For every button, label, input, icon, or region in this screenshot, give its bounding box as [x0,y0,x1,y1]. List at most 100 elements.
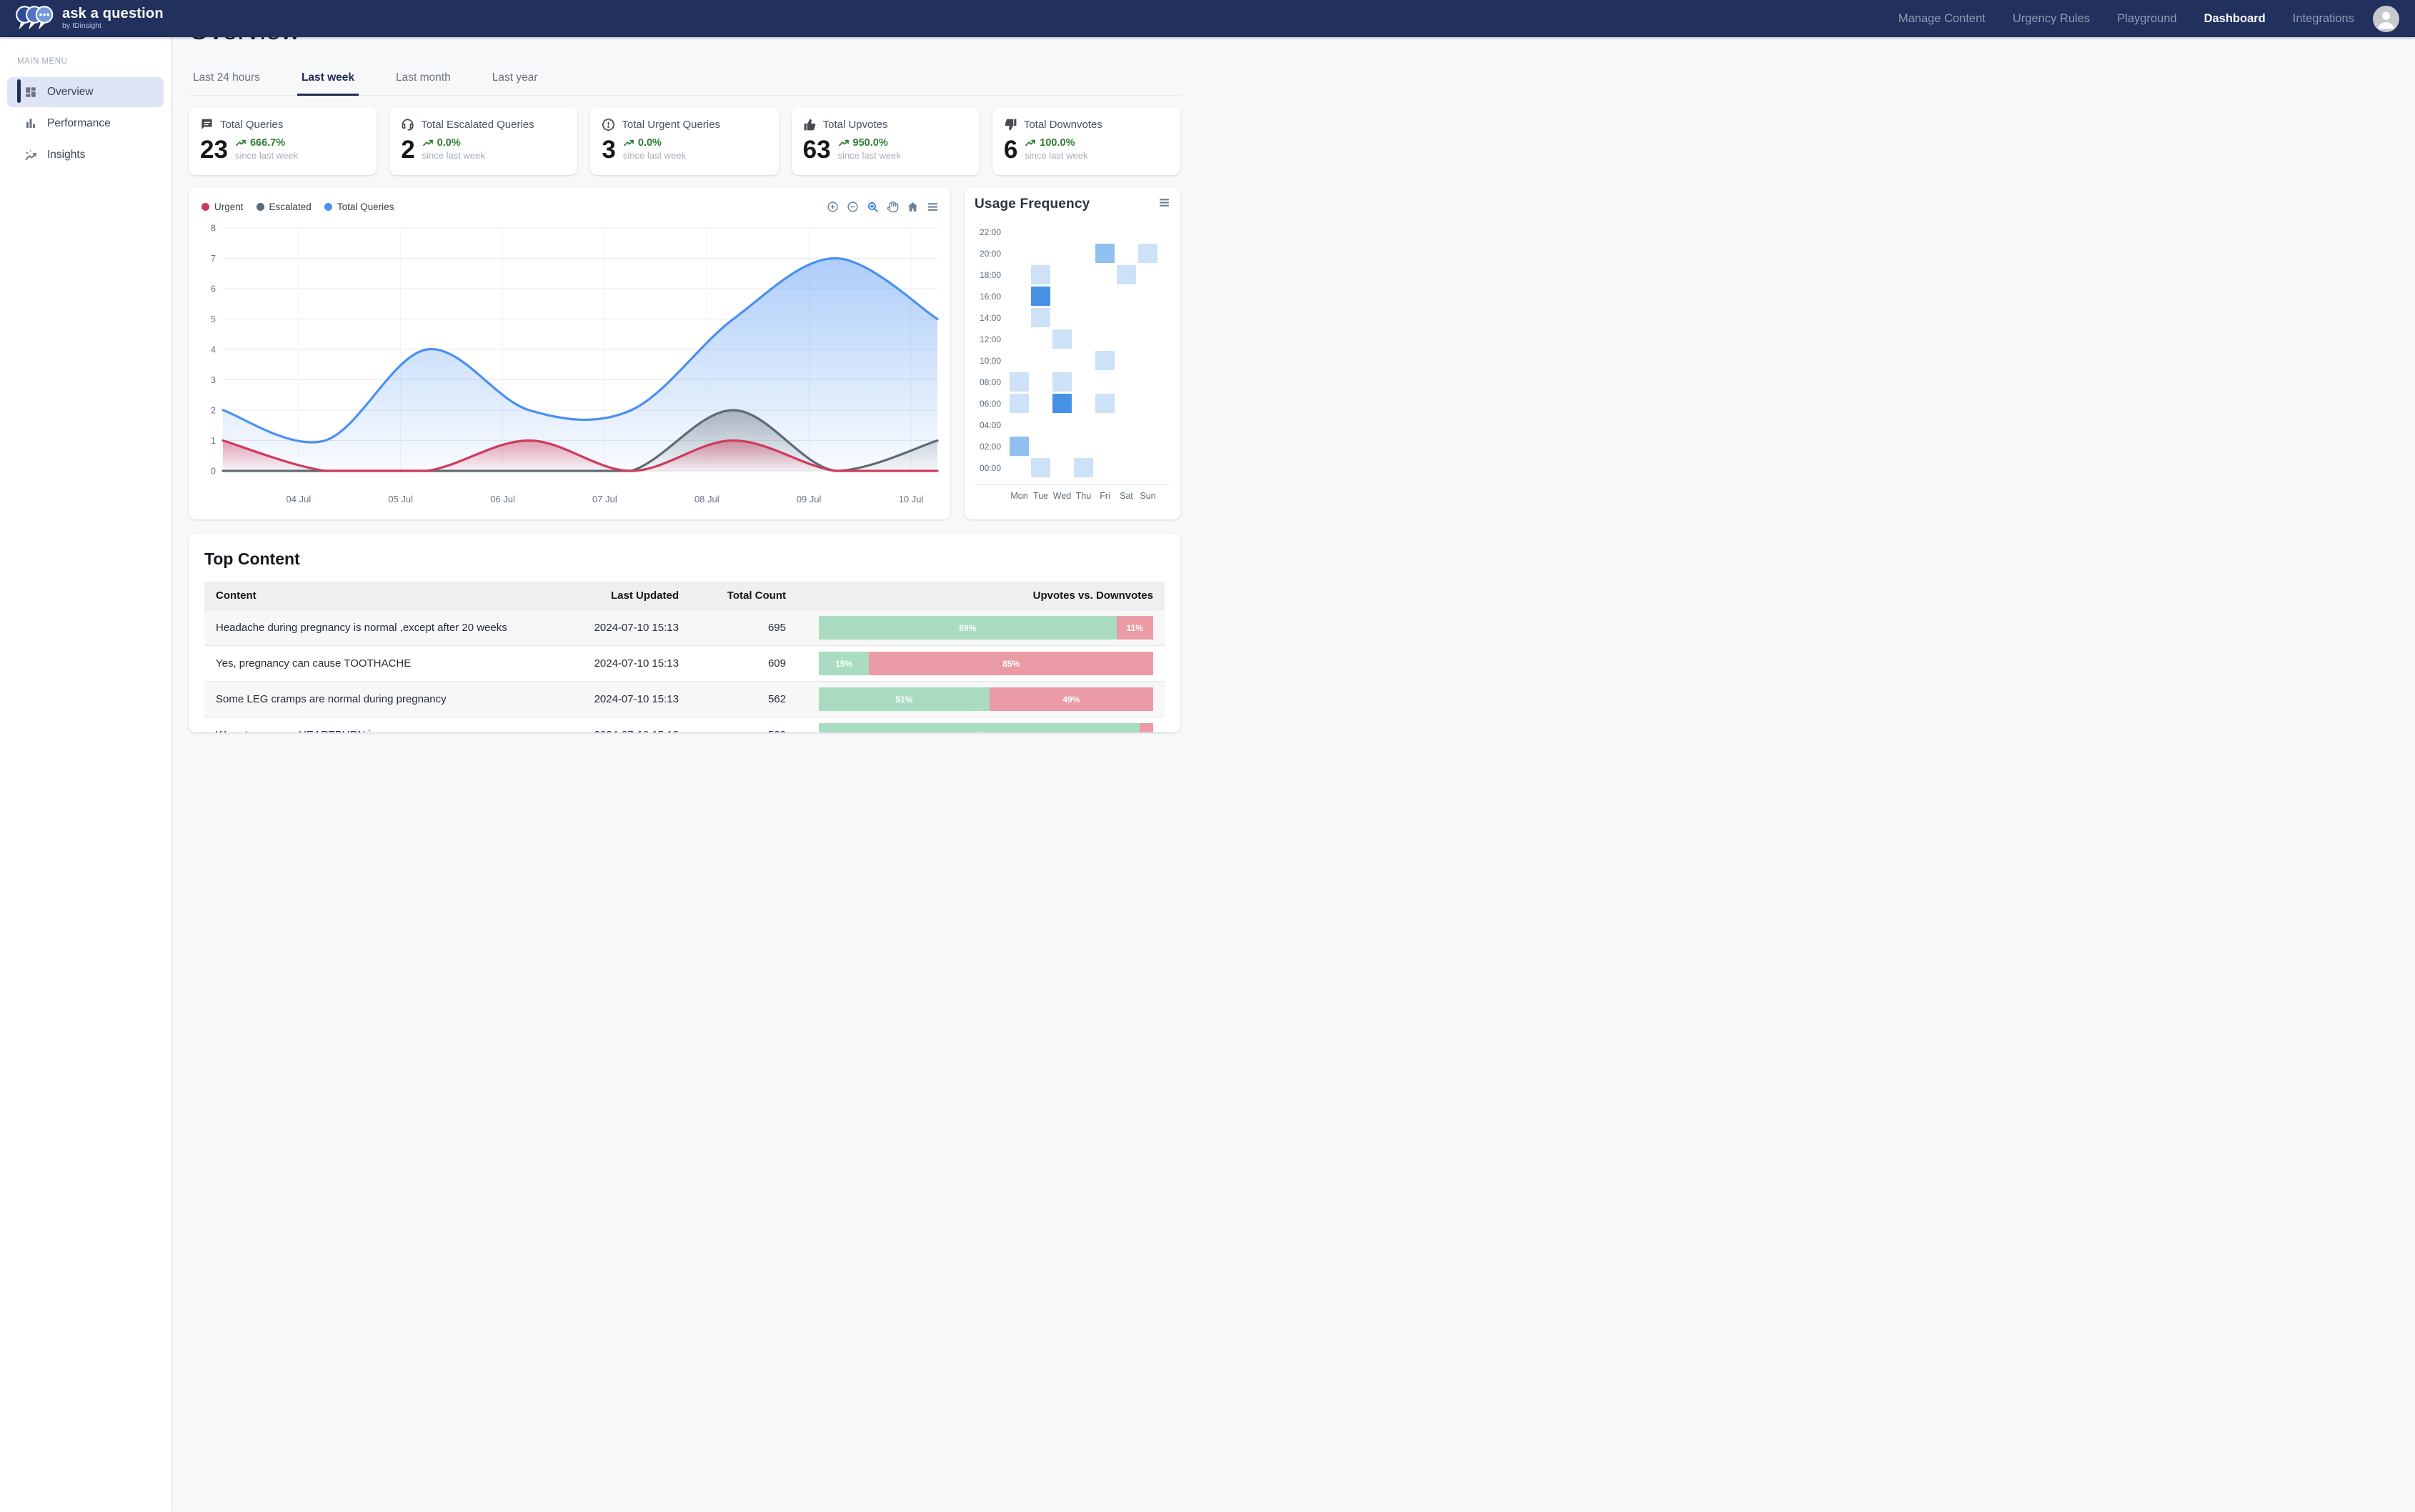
heatmap-cell-mon-10-00[interactable] [1010,351,1029,370]
heatmap-cell-thu-20-00[interactable] [1074,244,1093,263]
legend-item-total-queries[interactable]: Total Queries [324,202,394,212]
heatmap-cell-tue-16-00[interactable] [1031,287,1050,306]
sidebar-item-performance[interactable]: Performance [7,109,164,139]
heatmap-cell-sat-00-00[interactable] [1117,458,1136,477]
heatmap-cell-tue-04-00[interactable] [1031,415,1050,434]
heatmap-cell-tue-06-00[interactable] [1031,394,1050,413]
heatmap-cell-thu-14-00[interactable] [1074,308,1093,327]
heatmap-cell-mon-04-00[interactable] [1010,415,1029,434]
heatmap-cell-thu-08-00[interactable] [1074,372,1093,392]
zoom-in-circle-icon[interactable] [827,201,839,213]
heatmap-cell-sun-16-00[interactable] [1138,287,1157,306]
legend-item-escalated[interactable]: Escalated [257,202,312,212]
heatmap-cell-mon-12-00[interactable] [1010,329,1029,349]
heatmap-cell-fri-06-00[interactable] [1095,394,1115,413]
heatmap-cell-sun-22-00[interactable] [1138,222,1157,242]
heatmap-cell-sat-22-00[interactable] [1117,222,1136,242]
heatmap-cell-mon-18-00[interactable] [1010,265,1029,284]
heatmap-cell-sun-08-00[interactable] [1138,372,1157,392]
heatmap-cell-wed-10-00[interactable] [1052,351,1072,370]
table-row[interactable]: Some LEG cramps are normal during pregna… [204,682,1165,717]
heatmap-cell-thu-04-00[interactable] [1074,415,1093,434]
tab-last-month[interactable]: Last month [392,64,455,96]
heatmap-cell-tue-00-00[interactable] [1031,458,1050,477]
heatmap-cell-sun-00-00[interactable] [1138,458,1157,477]
heatmap-cell-thu-02-00[interactable] [1074,437,1093,456]
heatmap-cell-mon-16-00[interactable] [1010,287,1029,306]
heatmap-cell-fri-18-00[interactable] [1095,265,1115,284]
heatmap-cell-sun-20-00[interactable] [1138,244,1157,263]
heatmap-cell-wed-14-00[interactable] [1052,308,1072,327]
heatmap-cell-sat-10-00[interactable] [1117,351,1136,370]
heatmap-cell-sun-10-00[interactable] [1138,351,1157,370]
heatmap-cell-tue-02-00[interactable] [1031,437,1050,456]
heatmap-cell-wed-20-00[interactable] [1052,244,1072,263]
nav-item-playground[interactable]: Playground [2117,12,2176,26]
heatmap-cell-sun-02-00[interactable] [1138,437,1157,456]
heatmap-cell-mon-14-00[interactable] [1010,308,1029,327]
heatmap-cell-tue-10-00[interactable] [1031,351,1050,370]
heatmap-cell-thu-16-00[interactable] [1074,287,1093,306]
tab-last-week[interactable]: Last week [297,64,359,96]
table-row[interactable]: Ways to manage HEARTBURN in pregnancy202… [204,717,1165,733]
heatmap-cell-tue-18-00[interactable] [1031,265,1050,284]
heatmap-cell-thu-10-00[interactable] [1074,351,1093,370]
table-row[interactable]: Headache during pregnancy is normal ,exc… [204,610,1165,646]
nav-item-urgency-rules[interactable]: Urgency Rules [2013,12,2090,26]
heatmap-cell-thu-22-00[interactable] [1074,222,1093,242]
tab-last-24-hours[interactable]: Last 24 hours [189,64,264,96]
heatmap-cell-tue-08-00[interactable] [1031,372,1050,392]
heatmap-cell-sat-06-00[interactable] [1117,394,1136,413]
heatmap-cell-sat-16-00[interactable] [1117,287,1136,306]
heatmap-cell-thu-12-00[interactable] [1074,329,1093,349]
heatmap-cell-wed-18-00[interactable] [1052,265,1072,284]
heatmap-cell-tue-12-00[interactable] [1031,329,1050,349]
heatmap-cell-fri-02-00[interactable] [1095,437,1115,456]
heatmap-cell-fri-04-00[interactable] [1095,415,1115,434]
nav-item-manage-content[interactable]: Manage Content [1898,12,1986,26]
heatmap-cell-fri-14-00[interactable] [1095,308,1115,327]
heatmap-cell-mon-00-00[interactable] [1010,458,1029,477]
heatmap-cell-tue-20-00[interactable] [1031,244,1050,263]
user-avatar[interactable] [2373,6,2399,32]
heatmap-cell-mon-06-00[interactable] [1010,394,1029,413]
heatmap-cell-sun-06-00[interactable] [1138,394,1157,413]
menu-icon[interactable] [927,201,939,213]
legend-item-urgent[interactable]: Urgent [201,202,244,212]
heatmap-cell-mon-20-00[interactable] [1010,244,1029,263]
tab-last-year[interactable]: Last year [488,64,542,96]
heatmap-cell-sun-12-00[interactable] [1138,329,1157,349]
heatmap-cell-tue-14-00[interactable] [1031,308,1050,327]
heatmap-cell-wed-08-00[interactable] [1052,372,1072,392]
menu-icon[interactable] [1158,197,1170,209]
heatmap-cell-sat-04-00[interactable] [1117,415,1136,434]
heatmap-cell-sat-20-00[interactable] [1117,244,1136,263]
heatmap-cell-mon-02-00[interactable] [1010,437,1029,456]
heatmap-cell-fri-00-00[interactable] [1095,458,1115,477]
heatmap-cell-wed-00-00[interactable] [1052,458,1072,477]
heatmap-cell-fri-12-00[interactable] [1095,329,1115,349]
heatmap-cell-sat-02-00[interactable] [1117,437,1136,456]
heatmap-cell-wed-22-00[interactable] [1052,222,1072,242]
heatmap-cell-wed-02-00[interactable] [1052,437,1072,456]
sidebar-item-overview[interactable]: Overview [7,77,164,107]
nav-item-integrations[interactable]: Integrations [2293,12,2354,26]
heatmap-cell-sun-14-00[interactable] [1138,308,1157,327]
heatmap-cell-fri-22-00[interactable] [1095,222,1115,242]
selection-zoom-icon[interactable] [867,201,879,213]
heatmap-cell-thu-18-00[interactable] [1074,265,1093,284]
heatmap-cell-fri-16-00[interactable] [1095,287,1115,306]
heatmap-cell-wed-06-00[interactable] [1052,394,1072,413]
heatmap-cell-mon-08-00[interactable] [1010,372,1029,392]
zoom-out-circle-icon[interactable] [847,201,859,213]
table-row[interactable]: Yes, pregnancy can cause TOOTHACHE2024-0… [204,646,1165,682]
heatmap-cell-thu-06-00[interactable] [1074,394,1093,413]
heatmap-cell-tue-22-00[interactable] [1031,222,1050,242]
heatmap-cell-thu-00-00[interactable] [1074,458,1093,477]
heatmap-cell-sun-18-00[interactable] [1138,265,1157,284]
heatmap-cell-fri-08-00[interactable] [1095,372,1115,392]
heatmap-cell-mon-22-00[interactable] [1010,222,1029,242]
home-icon[interactable] [907,201,919,213]
sidebar-item-insights[interactable]: Insights [7,140,164,170]
heatmap-cell-sun-04-00[interactable] [1138,415,1157,434]
